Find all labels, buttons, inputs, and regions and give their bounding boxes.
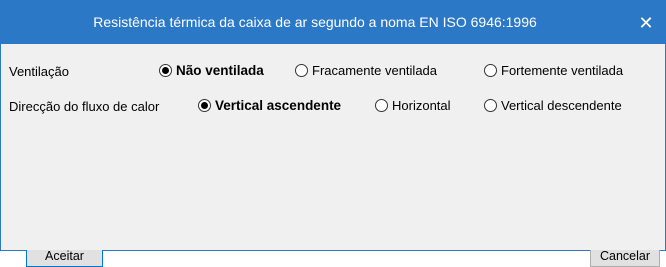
radio-label: Não ventilada [176, 62, 264, 78]
radio-label: Vertical ascendente [215, 97, 342, 113]
radio-button[interactable] [375, 98, 388, 112]
dialog-footer [1, 233, 665, 250]
radio-button-checked[interactable] [198, 98, 211, 112]
radio-label: Horizontal [392, 97, 451, 113]
radio-button[interactable] [484, 63, 497, 77]
radio-horizontal[interactable]: Horizontal [375, 96, 451, 114]
heat-flow-label: Direcção do fluxo de calor [9, 99, 160, 114]
radio-label: Vertical descendente [501, 97, 622, 113]
radio-button-checked[interactable] [159, 63, 172, 77]
ventilation-label: Ventilação [9, 64, 69, 79]
radio-nao-ventilada[interactable]: Não ventilada [159, 61, 264, 79]
radio-vertical-descendente[interactable]: Vertical descendente [484, 96, 622, 114]
dialog-content: Ventilação Não ventilada Fracamente vent… [1, 44, 665, 267]
radio-vertical-ascendente[interactable]: Vertical ascendente [198, 96, 341, 114]
radio-fortemente-ventilada[interactable]: Fortemente ventilada [484, 61, 623, 79]
close-icon[interactable]: ✕ [631, 8, 661, 38]
radio-label: Fracamente ventilada [312, 62, 438, 78]
radio-button[interactable] [484, 98, 497, 112]
radio-button[interactable] [295, 63, 308, 77]
dialog-title: Resistência térmica da caixa de ar segun… [93, 14, 537, 30]
dialog-window: Resistência térmica da caixa de ar segun… [0, 0, 666, 267]
radio-label: Fortemente ventilada [501, 62, 624, 78]
title-bar[interactable]: Resistência térmica da caixa de ar segun… [1, 1, 665, 44]
radio-fracamente-ventilada[interactable]: Fracamente ventilada [295, 61, 437, 79]
